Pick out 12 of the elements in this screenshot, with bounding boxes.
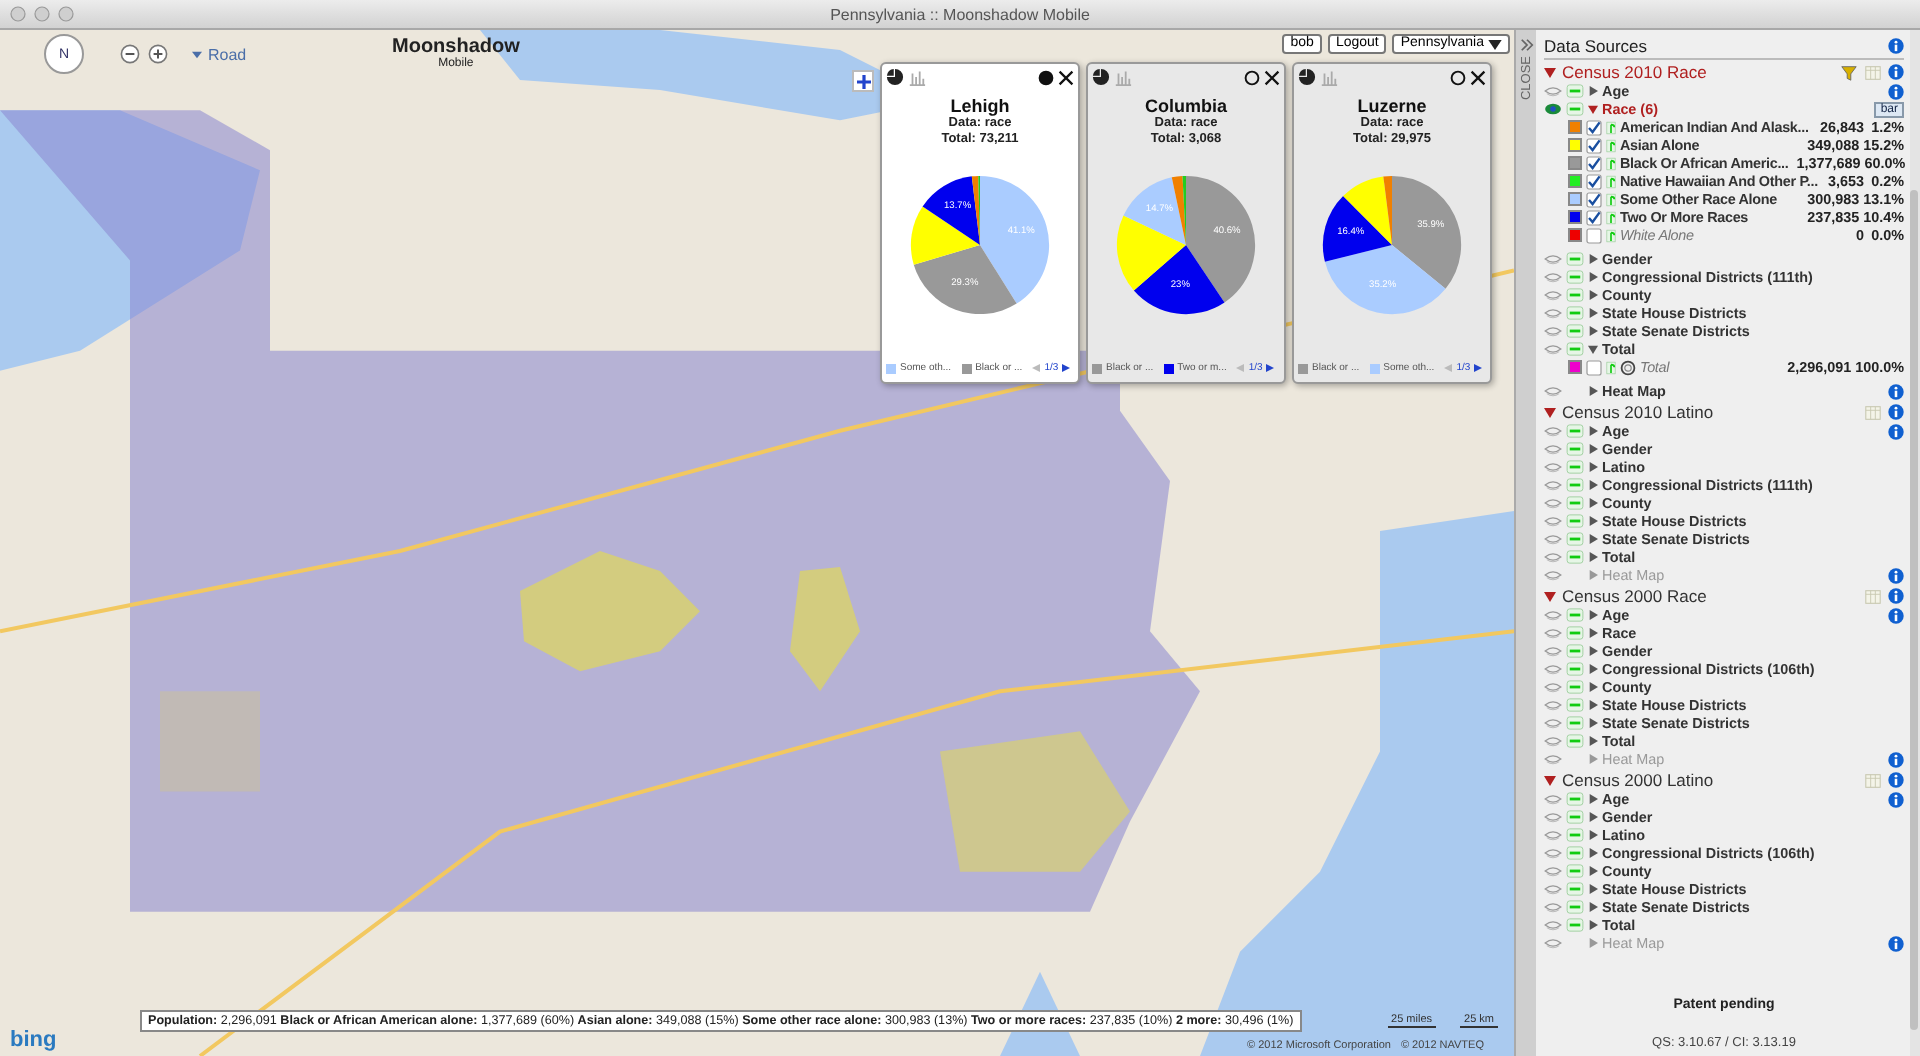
section-title[interactable]: Census 2000 Latino — [1562, 770, 1714, 790]
popup-title: Columbia — [1144, 96, 1227, 116]
window-title: Pennsylvania :: Moonshadow Mobile — [830, 5, 1090, 23]
map-type-dropdown[interactable]: Road — [188, 45, 251, 63]
popup-title: Lehigh — [950, 96, 1010, 116]
bing-logo: bing — [10, 1028, 57, 1052]
section-title[interactable]: Census 2010 Latino — [1562, 402, 1714, 422]
logo-name: Moonshadow — [392, 38, 520, 56]
section-title[interactable]: Census 2010 Race — [1562, 62, 1707, 82]
panel-title: Data Sources — [1544, 35, 1647, 55]
popup-title: Luzerne — [1357, 96, 1427, 116]
section-title[interactable]: Census 2000 Race — [1562, 586, 1707, 606]
